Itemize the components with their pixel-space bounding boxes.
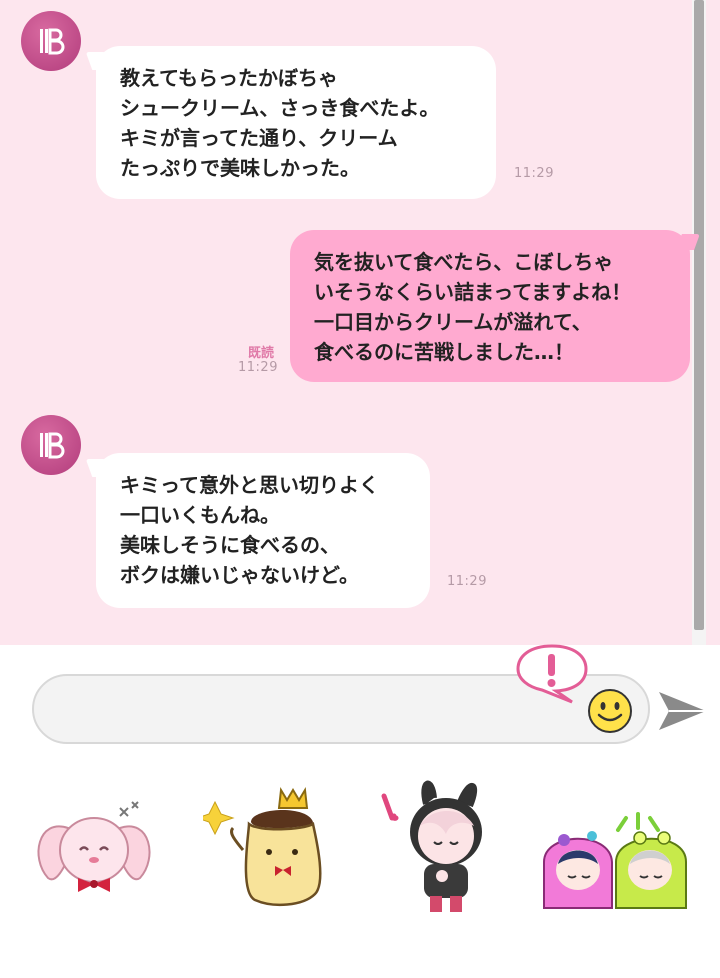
read-receipt: 既読 [248,346,275,361]
message-text-line: いそうなくらい詰まってますよね！ [314,280,632,304]
message-text-line: キミって意外と思い切りよく [120,473,379,497]
character-avatar-icon[interactable] [21,11,81,71]
hooded-character-sticker[interactable] [380,776,496,916]
avatar-monogram [40,28,65,55]
message-timestamp: 11:29 [447,574,487,589]
message-text-line: たっぷりで美味しかった。 [120,156,360,180]
pudding-king-sticker[interactable] [203,782,335,912]
message-timestamp: 11:29 [238,360,278,375]
message-text-line: ボクは嫌いじゃないけど。 [120,563,359,587]
message-text-line: 美味しそうに食べるの、 [120,533,340,557]
message-text-line: 教えてもらったかぼちゃ [120,66,338,90]
incoming-message-bubble[interactable]: キミって意外と思い切りよく 一口いくもんね。 美味しそうに食べるの、 ボクは嫌い… [96,453,430,608]
outgoing-message-bubble[interactable]: 気を抜いて食べたら、こぼしちゃ いそうなくらい詰まってますよね！ 一口目からクリ… [290,230,690,382]
scrollbar-thumb[interactable] [694,0,704,630]
sleeping-bag-duo-sticker[interactable] [540,812,690,912]
character-avatar-icon[interactable] [21,415,81,475]
message-text-line: シュークリーム、さっき食べたよ。 [120,96,440,120]
exclamation-balloon-icon [516,644,588,704]
avatar-monogram [40,432,65,459]
message-text-line: 一口目からクリームが溢れて、 [314,310,592,334]
pink-bunny-sticker[interactable] [28,798,160,898]
send-arrow-icon[interactable] [656,688,708,734]
incoming-message-bubble[interactable]: 教えてもらったかぼちゃ シュークリーム、さっき食べたよ。 キミが言ってた通り、ク… [96,46,496,199]
smiley-icon[interactable] [587,688,633,734]
message-text-line: 食べるのに苦戦しました…！ [314,340,574,364]
message-text-line: キミが言ってた通り、クリーム [120,126,398,150]
message-timestamp: 11:29 [514,166,554,181]
message-text-line: 一口いくもんね。 [120,503,280,527]
chat-area[interactable]: 教えてもらったかぼちゃ シュークリーム、さっき食べたよ。 キミが言ってた通り、ク… [0,0,720,645]
message-text-line: 気を抜いて食べたら、こぼしちゃ [314,250,614,274]
